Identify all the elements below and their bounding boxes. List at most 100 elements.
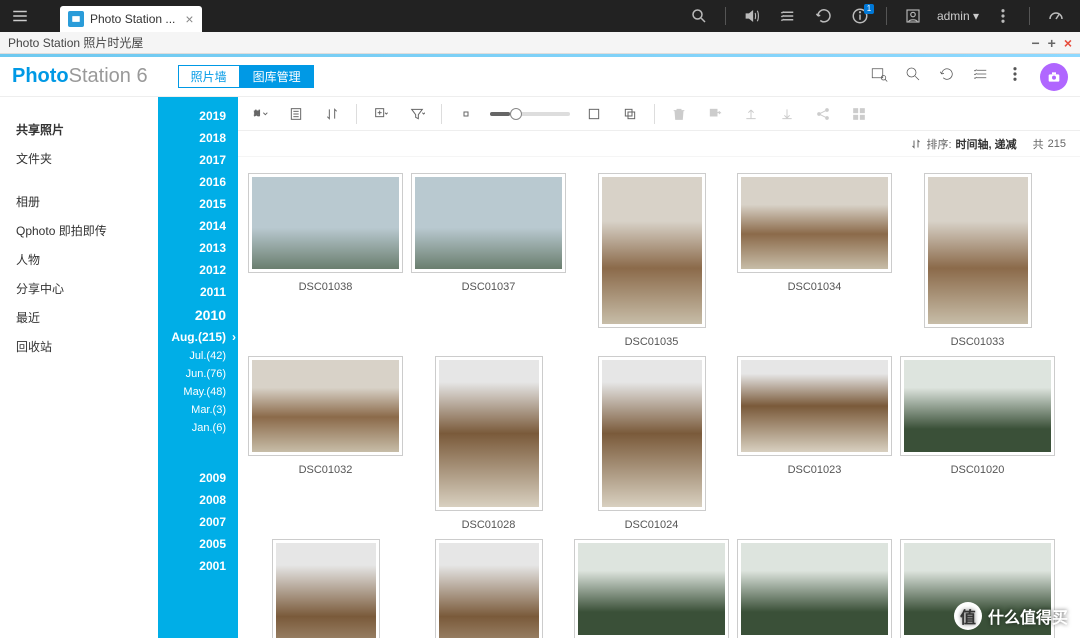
thumbnail-size-slider[interactable] [490,112,570,116]
info-button[interactable]: 1 [844,0,876,32]
search-button-2[interactable] [904,65,922,88]
menu-button[interactable] [0,7,40,25]
thumbnail-grid[interactable]: DSC01038DSC01037DSC01035DSC01034DSC01033… [238,157,1080,638]
timeline-year[interactable]: 2015 [158,193,232,215]
window-close[interactable]: × [1064,35,1072,51]
tasks-button-2[interactable] [972,65,990,88]
dashboard-button[interactable] [1040,0,1072,32]
search-button[interactable] [683,0,715,32]
thumbnail-item[interactable]: DSC01034 [737,173,892,293]
tab-close-icon[interactable]: × [185,11,193,27]
thumbnail-item[interactable]: DSC01037 [411,173,566,293]
timeline-year[interactable]: 2005 [158,533,232,555]
grid-button[interactable] [847,102,871,126]
share-button[interactable] [811,102,835,126]
tab-photo-wall[interactable]: 照片墙 [178,65,240,88]
timeline-year[interactable]: 2016 [158,171,232,193]
timeline-month-active[interactable]: Aug.(215) [158,327,232,347]
timeline-year[interactable]: 2011 [158,281,232,303]
user-avatar[interactable] [1040,63,1068,91]
thumbnail-item[interactable]: DSC01023 [737,356,892,476]
timeline-month[interactable]: May.(48) [158,383,232,401]
app-tab[interactable]: Photo Station ... × [60,6,202,32]
more-button[interactable] [987,0,1019,32]
size-large-button[interactable] [582,102,606,126]
timeline-month[interactable]: Jun.(76) [158,365,232,383]
separator [441,104,442,124]
view-mode-dropdown[interactable]: 刻 [248,102,272,126]
user-menu[interactable]: admin ▾ [933,9,983,23]
window-maximize[interactable]: + [1048,35,1056,51]
move-button[interactable] [703,102,727,126]
timeline-year[interactable]: 2007 [158,511,232,533]
refresh-button[interactable] [808,0,840,32]
timeline-month[interactable]: Jul.(42) [158,347,232,365]
timeline-year[interactable]: 2014 [158,215,232,237]
thumbnail-image[interactable] [435,539,543,638]
thumbnail-image[interactable] [248,173,403,273]
thumbnail-image[interactable] [272,539,380,638]
filter-button[interactable] [405,102,429,126]
refresh-button-2[interactable] [938,65,956,88]
thumbnail-item[interactable]: DSC01038 [248,173,403,293]
thumbnail-image[interactable] [598,173,706,328]
timeline-year[interactable]: 2019 [158,105,232,127]
photo-placeholder [904,360,1051,452]
thumbnail-image[interactable] [574,539,729,638]
divider [886,7,887,25]
thumbnail-image[interactable] [737,356,892,456]
thumbnail-item[interactable]: DSC01035 [574,173,729,348]
sidebar-album[interactable]: 相册 [16,187,142,216]
list-view-button[interactable] [284,102,308,126]
thumbnail-image[interactable] [598,356,706,511]
tab-gallery-manage[interactable]: 图库管理 [240,65,314,88]
thumbnail-image[interactable] [737,539,892,638]
image-search-button[interactable] [870,65,888,88]
upload-button[interactable] [739,102,763,126]
timeline-month[interactable]: Mar.(3) [158,401,232,419]
timeline-month[interactable]: Jan.(6) [158,419,232,437]
timeline-year[interactable]: 2013 [158,237,232,259]
sidebar-folder[interactable]: 文件夹 [16,144,142,173]
timeline-year[interactable]: 2017 [158,149,232,171]
thumbnail-image[interactable] [737,173,892,273]
timeline-year-current[interactable]: 2010 [158,303,232,327]
add-button[interactable] [369,102,393,126]
volume-button[interactable] [736,0,768,32]
tasks-button[interactable] [772,0,804,32]
thumbnail-item[interactable]: DSC01028 [411,356,566,531]
timeline-year[interactable]: 2001 [158,555,232,577]
window-minimize[interactable]: − [1031,35,1039,51]
thumbnail-image[interactable] [411,173,566,273]
thumbnail-item[interactable]: DSC01024 [574,356,729,531]
sort-value[interactable]: 时间轴, 递减 [956,136,1017,152]
delete-button[interactable] [667,102,691,126]
sidebar-qphoto[interactable]: Qphoto 即拍即传 [16,216,142,245]
thumbnail-item[interactable] [574,539,729,638]
sidebar-recent[interactable]: 最近 [16,303,142,332]
timeline-year[interactable]: 2012 [158,259,232,281]
thumbnail-item[interactable] [411,539,566,638]
thumbnail-image[interactable] [900,356,1055,456]
more-button-2[interactable] [1006,65,1024,88]
copy-button[interactable] [618,102,642,126]
sort-button[interactable] [320,102,344,126]
sidebar-share-center[interactable]: 分享中心 [16,274,142,303]
thumbnail-image[interactable] [435,356,543,511]
sidebar-people[interactable]: 人物 [16,245,142,274]
thumbnail-image[interactable] [924,173,1032,328]
sidebar-trash[interactable]: 回收站 [16,332,142,361]
thumbnail-item[interactable]: DSC01032 [248,356,403,476]
timeline-year[interactable]: 2018 [158,127,232,149]
thumbnail-item[interactable]: DSC01020 [900,356,1055,476]
thumbnail-item[interactable]: DSC01033 [900,173,1055,348]
user-icon-button[interactable] [897,0,929,32]
thumbnail-item[interactable] [248,539,403,638]
timeline-year[interactable]: 2008 [158,489,232,511]
sidebar-shared-photos[interactable]: 共享照片 [16,115,142,144]
download-button[interactable] [775,102,799,126]
thumbnail-item[interactable] [737,539,892,638]
thumbnail-image[interactable] [248,356,403,456]
size-small-button[interactable] [454,102,478,126]
timeline-year[interactable]: 2009 [158,467,232,489]
